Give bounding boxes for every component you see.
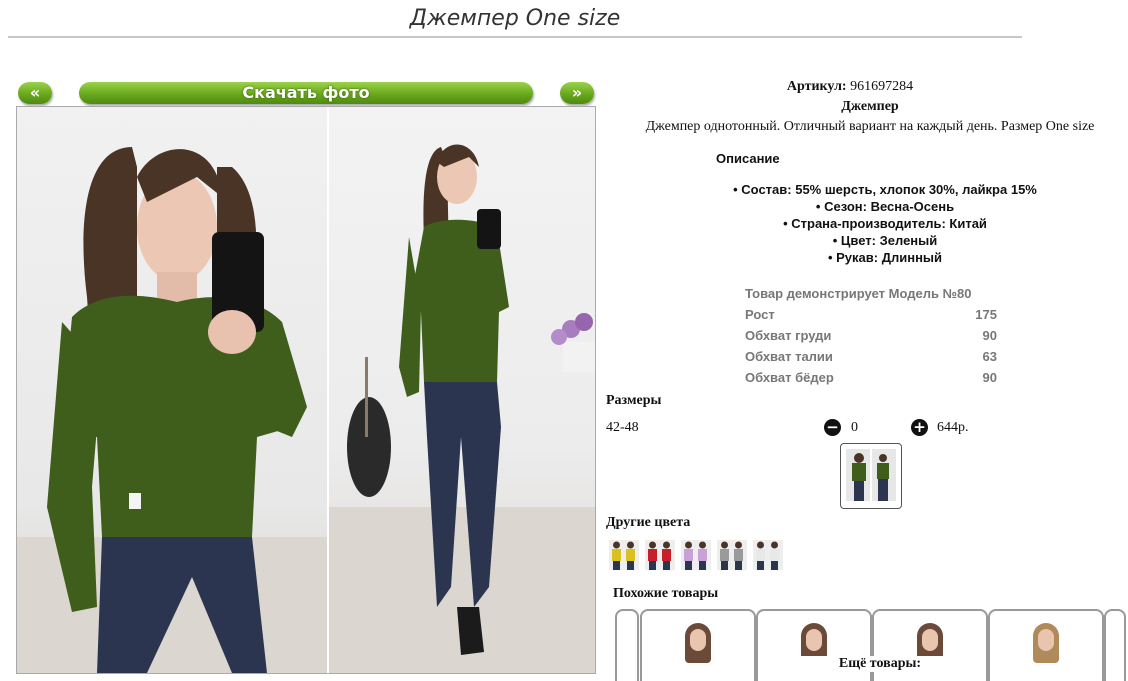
similar-product-card[interactable] bbox=[615, 609, 639, 681]
sizes-heading: Размеры bbox=[606, 393, 662, 408]
product-thumbnail-face bbox=[922, 629, 938, 651]
similar-products-heading: Похожие товары bbox=[613, 586, 719, 601]
measurement-label: Обхват талии bbox=[745, 349, 833, 364]
table-row: Обхват бёдер 90 bbox=[741, 367, 1001, 388]
spec-item: Цвет: Зеленый bbox=[715, 232, 1055, 249]
table-row: Рост 175 bbox=[741, 304, 1001, 325]
other-colors-heading: Другие цвета bbox=[606, 515, 691, 530]
spec-item: Страна-производитель: Китай bbox=[715, 215, 1055, 232]
measurement-value: 90 bbox=[982, 328, 997, 343]
model-heading: Товар демонстрирует Модель №80 bbox=[745, 286, 972, 301]
spec-item: Рукав: Длинный bbox=[715, 249, 1055, 266]
similar-product-card[interactable] bbox=[988, 609, 1104, 681]
thumbnail-image bbox=[846, 449, 896, 501]
article-label: Артикул: bbox=[786, 79, 847, 94]
photo-fullbody bbox=[329, 107, 595, 673]
download-photo-button[interactable]: Скачать фото bbox=[79, 82, 533, 104]
more-products-heading: Ещё товары: bbox=[800, 656, 960, 672]
size-option: 42-48 bbox=[606, 420, 639, 435]
next-photo-button[interactable]: » bbox=[560, 82, 594, 104]
model-closeup-illustration bbox=[17, 147, 327, 673]
color-swatch[interactable] bbox=[645, 540, 675, 570]
model-measurements-table: Товар демонстрирует Модель №80 Рост 175 … bbox=[741, 283, 1001, 388]
previous-photo-button[interactable]: « bbox=[18, 82, 52, 104]
photo-closeup bbox=[17, 107, 327, 673]
similar-product-card[interactable] bbox=[1104, 609, 1126, 681]
minus-circle-icon[interactable]: − bbox=[824, 419, 841, 436]
price: 644р. bbox=[937, 420, 969, 435]
article-value: 961697284 bbox=[850, 79, 914, 94]
article-number: Артикул: 961697284 bbox=[600, 79, 1100, 95]
model-fullbody-illustration bbox=[329, 144, 595, 673]
color-swatch[interactable] bbox=[609, 540, 639, 570]
page-title: Джемпер One size bbox=[409, 6, 621, 31]
selected-color-thumbnail[interactable] bbox=[840, 443, 902, 509]
product-photo[interactable] bbox=[16, 106, 596, 674]
description-heading: Описание bbox=[716, 151, 780, 166]
table-row: Обхват талии 63 bbox=[741, 346, 1001, 367]
spec-item: Сезон: Весна-Осень bbox=[715, 198, 1055, 215]
plus-circle-icon[interactable]: + bbox=[911, 419, 928, 436]
product-description: Джемпер однотонный. Отличный вариант на … bbox=[645, 119, 1095, 134]
color-swatch[interactable] bbox=[681, 540, 711, 570]
color-swatch[interactable] bbox=[717, 540, 747, 570]
measurement-label: Обхват груди bbox=[745, 328, 832, 343]
quantity-value[interactable]: 0 bbox=[851, 420, 858, 436]
measurement-label: Рост bbox=[745, 307, 775, 322]
product-thumbnail-face bbox=[1038, 629, 1054, 651]
spec-item: Состав: 55% шерсть, хлопок 30%, лайкра 1… bbox=[715, 181, 1055, 198]
product-thumbnail-face bbox=[690, 629, 706, 651]
measurement-label: Обхват бёдер bbox=[745, 370, 834, 385]
table-row: Обхват груди 90 bbox=[741, 325, 1001, 346]
similar-product-card[interactable] bbox=[640, 609, 756, 681]
product-name: Джемпер bbox=[841, 99, 899, 114]
product-thumbnail-face bbox=[806, 629, 822, 651]
measurement-value: 63 bbox=[982, 349, 997, 364]
measurement-value: 90 bbox=[982, 370, 997, 385]
title-divider bbox=[8, 36, 1022, 38]
measurement-value: 175 bbox=[975, 307, 997, 322]
color-swatch[interactable] bbox=[753, 540, 783, 570]
table-row: Товар демонстрирует Модель №80 bbox=[741, 283, 1001, 304]
spec-list: Состав: 55% шерсть, хлопок 30%, лайкра 1… bbox=[715, 181, 1055, 266]
